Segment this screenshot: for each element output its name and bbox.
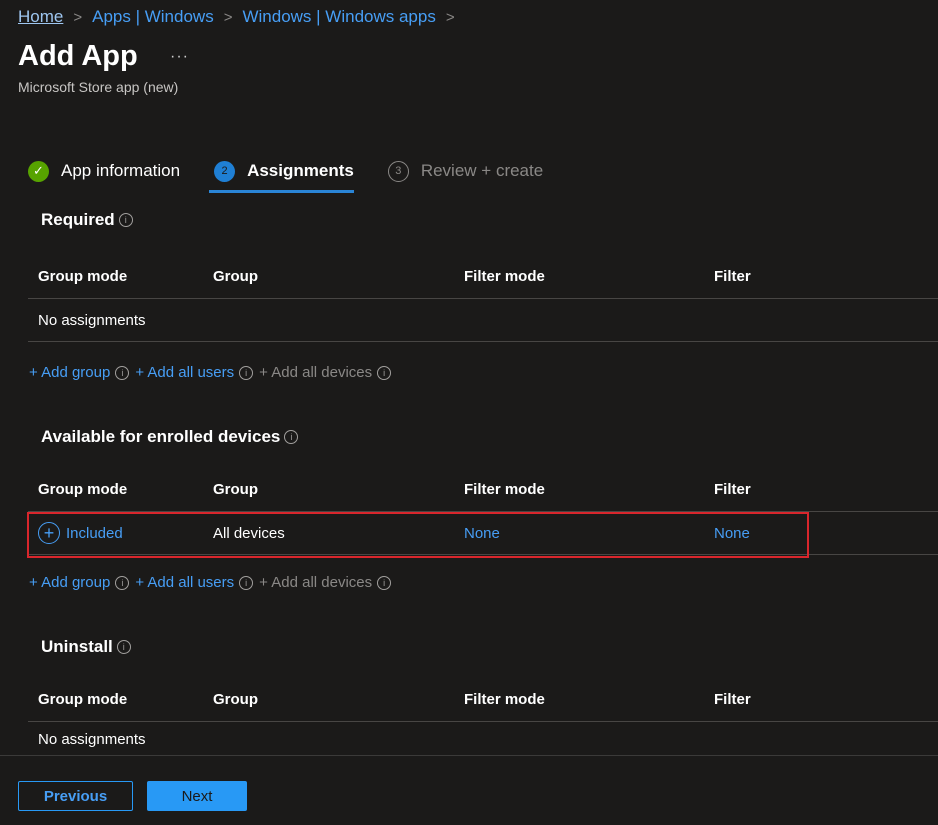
column-header-filter: Filter <box>714 268 751 285</box>
wizard-steps: ✓ App information 2 Assignments 3 Review… <box>28 156 577 193</box>
empty-text: No assignments <box>38 730 146 748</box>
plus-circle-icon: + <box>38 522 60 544</box>
info-icon[interactable]: i <box>377 365 392 380</box>
add-group-link[interactable]: + Add group <box>29 364 110 381</box>
add-all-users-link[interactable]: + Add all users <box>135 364 234 381</box>
breadcrumb-windows-apps[interactable]: Windows | Windows apps <box>242 7 435 27</box>
table-header: Group mode Group Filter mode Filter <box>28 678 938 722</box>
chevron-right-icon: > <box>445 8 455 26</box>
step-app-information[interactable]: ✓ App information <box>28 156 180 186</box>
info-icon[interactable]: i <box>118 213 133 227</box>
step-label: App information <box>61 161 181 180</box>
section-title-required: Required i <box>41 210 133 230</box>
info-icon[interactable]: i <box>284 430 299 444</box>
step-review-create[interactable]: 3 Review + create <box>387 156 544 186</box>
info-icon[interactable]: i <box>377 575 392 590</box>
footer-divider <box>0 755 938 756</box>
info-icon[interactable]: i <box>239 365 254 380</box>
breadcrumb-apps-windows[interactable]: Apps | Windows <box>92 7 214 27</box>
table-row-empty: No assignments <box>28 722 938 756</box>
step-assignments[interactable]: 2 Assignments <box>209 156 354 193</box>
empty-text: No assignments <box>38 311 146 329</box>
next-button[interactable]: Next <box>147 781 247 811</box>
required-table: Group mode Group Filter mode Filter No a… <box>28 255 938 342</box>
table-header: Group mode Group Filter mode Filter <box>28 255 938 299</box>
info-icon[interactable]: i <box>116 640 131 654</box>
filter-link[interactable]: None <box>714 525 938 542</box>
group-cell: All devices <box>213 524 285 542</box>
column-header-filter: Filter <box>714 691 751 708</box>
column-header-group: Group <box>213 481 258 498</box>
section-title-text: Available for enrolled devices <box>41 427 281 446</box>
add-all-devices-link: + Add all devices <box>259 574 373 591</box>
available-add-links: + Add group i + Add all users i + Add al… <box>29 574 397 591</box>
column-header-filter-mode: Filter mode <box>464 691 545 708</box>
column-header-filter-mode: Filter mode <box>464 481 545 498</box>
chevron-right-icon: > <box>73 8 83 26</box>
page-title: Add App <box>18 40 138 72</box>
column-header-group-mode: Group mode <box>38 268 128 285</box>
section-title-text: Required <box>41 210 115 229</box>
column-header-group-mode: Group mode <box>38 481 128 498</box>
add-all-users-link[interactable]: + Add all users <box>135 574 234 591</box>
required-add-links: + Add group i + Add all users i + Add al… <box>29 364 397 381</box>
step-number-badge: 3 <box>387 160 409 182</box>
more-options-icon[interactable]: ··· <box>170 48 189 66</box>
page-subtitle: Microsoft Store app (new) <box>18 79 179 95</box>
info-icon[interactable]: i <box>239 575 254 590</box>
table-row-empty: No assignments <box>28 299 938 342</box>
info-icon[interactable]: i <box>115 365 130 380</box>
section-title-available: Available for enrolled devices i <box>41 427 299 447</box>
column-header-group-mode: Group mode <box>38 691 128 708</box>
add-all-devices-link: + Add all devices <box>259 364 373 381</box>
breadcrumb-home[interactable]: Home <box>18 7 63 27</box>
previous-button[interactable]: Previous <box>18 781 133 811</box>
section-title-text: Uninstall <box>41 637 113 656</box>
table-row: + Included All devices None None <box>28 512 938 555</box>
step-label: Review + create <box>420 161 544 180</box>
group-mode-cell: + Included <box>28 522 213 544</box>
breadcrumb: Home > Apps | Windows > Windows | Window… <box>18 7 465 27</box>
step-number-badge: 2 <box>214 160 236 182</box>
chevron-right-icon: > <box>223 8 233 26</box>
column-header-group: Group <box>213 268 258 285</box>
column-header-filter: Filter <box>714 481 751 498</box>
info-icon[interactable]: i <box>115 575 130 590</box>
checkmark-icon: ✓ <box>28 160 49 182</box>
column-header-filter-mode: Filter mode <box>464 268 545 285</box>
column-header-group: Group <box>213 691 258 708</box>
filter-mode-link[interactable]: None <box>464 525 714 542</box>
available-table: Group mode Group Filter mode Filter + In… <box>28 468 938 555</box>
section-title-uninstall: Uninstall i <box>41 637 131 657</box>
add-group-link[interactable]: + Add group <box>29 574 110 591</box>
table-header: Group mode Group Filter mode Filter <box>28 468 938 512</box>
step-label: Assignments <box>247 161 354 180</box>
group-mode-link[interactable]: Included <box>66 525 123 542</box>
uninstall-table: Group mode Group Filter mode Filter No a… <box>28 678 938 756</box>
